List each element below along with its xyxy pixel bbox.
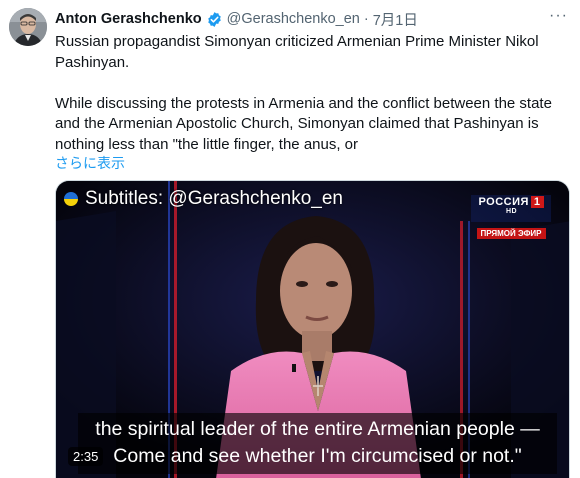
more-options-icon[interactable]: ··· — [549, 7, 568, 25]
video-duration: 2:35 — [68, 447, 104, 466]
channel-logo: РОССИЯ 1 HD ПРЯМОЙ ЭФИР — [471, 195, 551, 239]
tweet-header: Anton Gerashchenko @Gerashchenko_en · 7月… — [55, 7, 568, 30]
author-avatar[interactable] — [9, 8, 47, 46]
video-caption: the spiritual leader of the entire Armen… — [78, 413, 557, 474]
author-name[interactable]: Anton Gerashchenko — [55, 11, 202, 27]
tweet-text: Russian propagandist Simonyan criticized… — [55, 32, 570, 155]
tweet-date[interactable]: 7月1日 — [373, 9, 418, 30]
ukraine-flag-icon — [64, 192, 78, 206]
subtitle-credit: Subtitles: @Gerashchenko_en — [64, 188, 343, 210]
caption-line-1: the spiritual leader of the entire Armen… — [95, 418, 540, 440]
author-handle[interactable]: @Gerashchenko_en — [227, 11, 360, 27]
avatar-image — [9, 8, 47, 46]
caption-line-2: Come and see whether I'm circumcised or … — [113, 445, 522, 467]
verified-badge-icon — [206, 11, 223, 28]
channel-hd: HD — [505, 208, 518, 215]
channel-live-label: ПРЯМОЙ ЭФИР — [476, 227, 546, 239]
video-player[interactable]: Subtitles: @Gerashchenko_en РОССИЯ 1 HD ПР… — [55, 180, 570, 478]
separator-dot: · — [363, 11, 369, 27]
channel-number: 1 — [530, 196, 544, 208]
subtitle-credit-text: Subtitles: @Gerashchenko_en — [85, 188, 343, 209]
channel-name: РОССИЯ — [478, 196, 529, 208]
tweet-paragraph-1: Russian propagandist Simonyan criticized… — [55, 33, 539, 71]
show-more-link[interactable]: さらに表示 — [55, 153, 125, 173]
tweet-paragraph-2: While discussing the protests in Armenia… — [55, 94, 552, 153]
